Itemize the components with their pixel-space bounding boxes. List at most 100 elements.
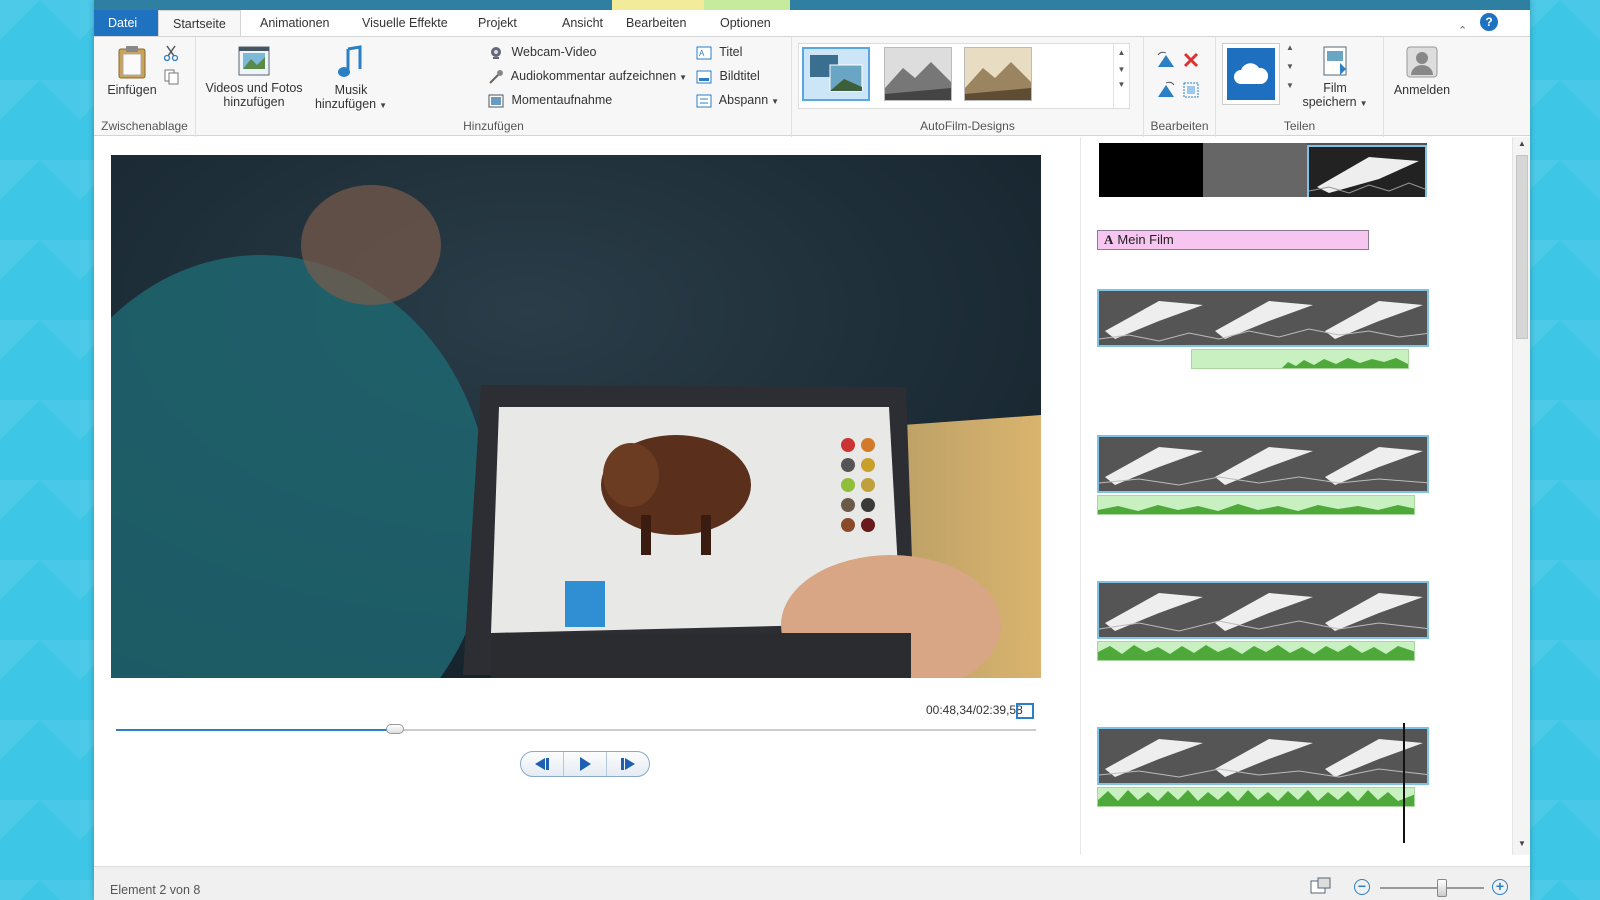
storyboard-clip-3[interactable] xyxy=(1097,435,1429,493)
tab-home[interactable]: Startseite xyxy=(158,10,241,37)
storyboard-clip-1[interactable] xyxy=(1097,141,1429,199)
tab-edit[interactable]: Bearbeiten xyxy=(612,10,700,36)
credits-button[interactable]: Abspann ▼ xyxy=(696,89,779,111)
title-button[interactable]: A Titel xyxy=(696,41,742,63)
audio-track-clip-5[interactable] xyxy=(1097,787,1415,807)
gallery-more-icon[interactable]: ▼ xyxy=(1114,80,1129,89)
tab-file[interactable]: Datei xyxy=(94,10,158,36)
theme-sepia[interactable] xyxy=(964,47,1032,101)
record-narration-button[interactable]: Audiokommentar aufzeichnen ▼ xyxy=(488,65,687,87)
clip-4-thumbnails xyxy=(1099,583,1427,637)
context-tab-indicator-text xyxy=(704,0,790,10)
ribbon-tabs: Datei Startseite Animationen Visuelle Ef… xyxy=(94,10,1530,37)
save-movie-button[interactable]: Film speichern ▼ xyxy=(1300,45,1370,111)
group-autofilm: ▲ ▼ ▼ AutoFilm-Designs xyxy=(792,37,1144,137)
snapshot-button[interactable]: Momentaufnahme xyxy=(488,89,612,111)
group-label-clipboard: Zwischenablage xyxy=(101,119,188,133)
webcam-video-label: Webcam-Video xyxy=(511,45,597,59)
play-button[interactable] xyxy=(564,752,607,776)
sign-in-button[interactable]: Anmelden xyxy=(1388,45,1456,97)
storyboard-clip-2[interactable] xyxy=(1097,289,1429,347)
save-movie-label-line1: Film xyxy=(1323,81,1347,95)
zoom-slider-thumb[interactable] xyxy=(1437,879,1448,897)
fullscreen-icon[interactable] xyxy=(1016,703,1034,719)
clipboard-icon xyxy=(118,46,146,79)
share-more-icon[interactable]: ▼ xyxy=(1284,81,1296,90)
add-music-label-line2: hinzufügen xyxy=(314,97,377,111)
autofilm-gallery: ▲ ▼ ▼ xyxy=(798,43,1130,109)
caption-icon xyxy=(696,70,712,84)
add-videos-photos-button[interactable]: Videos und Fotos hinzufügen xyxy=(200,45,308,109)
gallery-up-icon[interactable]: ▲ xyxy=(1114,48,1129,57)
group-share: ▲ ▼ ▼ Film speichern ▼ Teilen xyxy=(1216,37,1384,137)
gallery-down-icon[interactable]: ▼ xyxy=(1114,65,1129,74)
share-up-icon[interactable]: ▲ xyxy=(1284,43,1296,52)
cut-icon[interactable] xyxy=(164,45,178,61)
clip-2-thumbnails xyxy=(1099,291,1427,345)
credits-label: Abspann xyxy=(718,93,769,107)
share-gallery-scroll[interactable]: ▲ ▼ ▼ xyxy=(1284,43,1296,105)
caption-button[interactable]: Bildtitel xyxy=(696,65,760,87)
paste-button[interactable]: Einfügen xyxy=(104,45,160,97)
audio-track-clip-3[interactable] xyxy=(1097,495,1415,515)
caption-label: Bildtitel xyxy=(719,69,760,83)
group-clipboard: Einfügen Zwischenablage xyxy=(94,37,196,137)
next-frame-icon xyxy=(621,758,635,770)
context-tab-indicator-video xyxy=(612,0,704,10)
cloud-icon xyxy=(1234,63,1269,84)
rotate-right-icon[interactable] xyxy=(1156,81,1176,99)
tab-visual-effects[interactable]: Visuelle Effekte xyxy=(348,10,462,36)
title-overlay-text: Mein Film xyxy=(1117,232,1174,247)
previous-frame-button[interactable] xyxy=(521,752,564,776)
zoom-in-icon[interactable]: + xyxy=(1492,879,1508,895)
onedrive-share-button[interactable] xyxy=(1222,43,1280,105)
rotate-left-icon[interactable] xyxy=(1156,51,1176,69)
text-icon: A xyxy=(1104,232,1114,247)
add-videos-photos-label-line2: hinzufügen xyxy=(223,95,285,109)
playback-controls xyxy=(520,751,650,777)
share-down-icon[interactable]: ▼ xyxy=(1284,62,1296,71)
audio-track-clip-2[interactable] xyxy=(1191,349,1409,369)
select-all-icon[interactable] xyxy=(1182,81,1200,99)
user-icon xyxy=(1406,46,1438,78)
webcam-video-button[interactable]: Webcam-Video xyxy=(488,41,596,63)
tab-project[interactable]: Projekt xyxy=(464,10,531,36)
storyboard-clip-5[interactable] xyxy=(1097,727,1429,785)
gallery-scroll[interactable]: ▲ ▼ ▼ xyxy=(1113,44,1129,108)
scroll-down-icon[interactable]: ▼ xyxy=(1513,837,1531,851)
seek-thumb[interactable] xyxy=(385,724,404,734)
scrollbar-thumb[interactable] xyxy=(1516,155,1528,339)
help-icon[interactable]: ? xyxy=(1480,13,1498,31)
group-edit: Bearbeiten xyxy=(1144,37,1216,137)
scroll-up-icon[interactable]: ▲ xyxy=(1513,137,1531,151)
add-music-label-line1: Musik xyxy=(334,83,368,97)
storyboard-scrollbar[interactable]: ▲ ▼ xyxy=(1512,137,1530,855)
zoom-slider[interactable] xyxy=(1380,879,1484,897)
storyboard-clip-4[interactable] xyxy=(1097,581,1429,639)
thumbnail-size-icon[interactable] xyxy=(1310,877,1332,897)
film-photo-icon xyxy=(238,46,270,76)
add-music-button[interactable]: Musik hinzufügen ▼ xyxy=(310,45,392,113)
tab-options[interactable]: Optionen xyxy=(706,10,785,36)
add-videos-photos-label-line1: Videos und Fotos xyxy=(205,81,303,95)
playhead-indicator[interactable] xyxy=(1403,723,1405,843)
theme-contemporary[interactable] xyxy=(802,47,870,101)
video-preview[interactable] xyxy=(111,155,1041,678)
next-frame-button[interactable] xyxy=(607,752,649,776)
save-movie-dropdown-caret: ▼ xyxy=(1359,99,1368,108)
tab-view[interactable]: Ansicht xyxy=(548,10,617,36)
delete-icon[interactable] xyxy=(1182,51,1200,69)
title-strip xyxy=(94,0,1530,10)
record-narration-label: Audiokommentar aufzeichnen xyxy=(510,69,677,83)
tab-animations[interactable]: Animationen xyxy=(246,10,344,36)
zoom-out-icon[interactable]: − xyxy=(1354,879,1370,895)
audio-track-clip-4[interactable] xyxy=(1097,641,1415,661)
webcam-icon xyxy=(491,46,501,59)
title-overlay-clip[interactable]: A Mein Film xyxy=(1097,230,1369,250)
sign-in-label: Anmelden xyxy=(1393,83,1451,97)
music-note-icon xyxy=(338,45,362,77)
seek-bar[interactable] xyxy=(116,724,1036,734)
music-dropdown-caret: ▼ xyxy=(379,101,388,110)
theme-cinematic[interactable] xyxy=(884,47,952,101)
copy-icon[interactable] xyxy=(164,69,180,85)
